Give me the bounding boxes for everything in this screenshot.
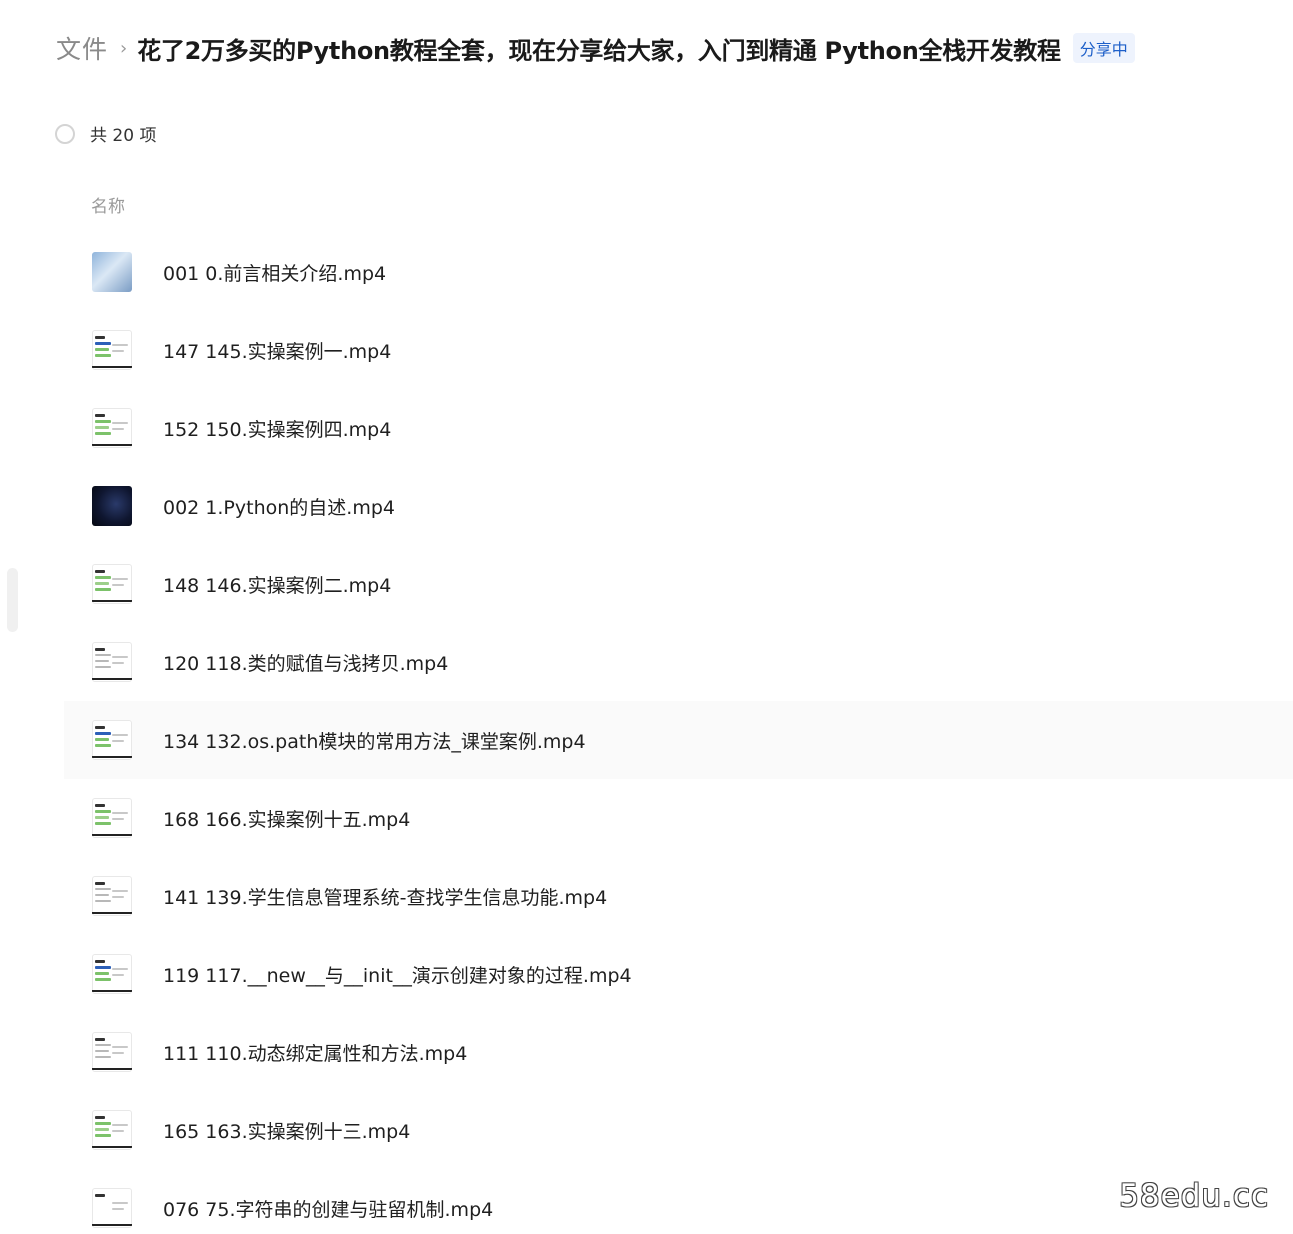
file-name: 134 132.os.path模块的常用方法_课堂案例.mp4	[163, 730, 586, 753]
select-all-checkbox[interactable]	[55, 123, 75, 144]
file-row[interactable]: 134 132.os.path模块的常用方法_课堂案例.mp4	[64, 701, 1293, 779]
file-row[interactable]: 148 146.实操案例二.mp4	[64, 545, 1293, 623]
file-row[interactable]: 168 166.实操案例十五.mp4	[64, 779, 1293, 857]
video-thumbnail	[92, 252, 132, 292]
file-name: 147 145.实操案例一.mp4	[163, 340, 392, 363]
sharing-status-badge: 分享中	[1072, 33, 1135, 63]
file-row[interactable]: 120 118.类的赋值与浅拷贝.mp4	[64, 623, 1293, 701]
file-row[interactable]: 165 163.实操案例十三.mp4	[64, 1091, 1293, 1169]
video-thumbnail	[92, 330, 132, 370]
video-thumbnail	[92, 720, 132, 760]
file-row[interactable]: 001 0.前言相关介绍.mp4	[64, 233, 1293, 311]
file-name: 141 139.学生信息管理系统-查找学生信息功能.mp4	[163, 886, 608, 909]
file-row[interactable]: 152 150.实操案例四.mp4	[64, 389, 1293, 467]
folder-title: 花了2万多买的Python教程全套，现在分享给大家，入门到精通 Python全栈…	[137, 36, 1061, 65]
file-name: 168 166.实操案例十五.mp4	[163, 808, 411, 831]
site-watermark: 58edu.cc	[1119, 1178, 1269, 1214]
video-thumbnail	[92, 1188, 132, 1228]
file-name: 119 117.__new__与__init__演示创建对象的过程.mp4	[163, 964, 632, 987]
video-thumbnail	[92, 954, 132, 994]
file-share-page: 文件 › 花了2万多买的Python教程全套，现在分享给大家，入门到精通 Pyt…	[0, 0, 1293, 1234]
chevron-right-icon: ›	[120, 37, 128, 59]
file-row[interactable]: 141 139.学生信息管理系统-查找学生信息功能.mp4	[64, 857, 1293, 935]
video-thumbnail	[92, 876, 132, 916]
video-thumbnail	[92, 798, 132, 838]
video-thumbnail	[92, 642, 132, 682]
file-name: 002 1.Python的自述.mp4	[163, 496, 395, 519]
video-thumbnail	[92, 486, 132, 526]
file-row[interactable]: 111 110.动态绑定属性和方法.mp4	[64, 1013, 1293, 1091]
name-column-header[interactable]: 名称	[91, 192, 125, 217]
breadcrumb-root-files[interactable]: 文件	[56, 30, 108, 66]
video-thumbnail	[92, 408, 132, 448]
file-name: 120 118.类的赋值与浅拷贝.mp4	[163, 652, 449, 675]
file-name: 152 150.实操案例四.mp4	[163, 418, 392, 441]
file-list: 001 0.前言相关介绍.mp4 147 145.实操案例一.mp4 152 1…	[64, 233, 1293, 1234]
file-row[interactable]: 076 75.字符串的创建与驻留机制.mp4	[64, 1169, 1293, 1234]
file-name: 001 0.前言相关介绍.mp4	[163, 262, 387, 285]
file-row[interactable]: 147 145.实操案例一.mp4	[64, 311, 1293, 389]
video-thumbnail	[92, 1110, 132, 1150]
file-name: 111 110.动态绑定属性和方法.mp4	[163, 1042, 468, 1065]
video-thumbnail	[92, 1032, 132, 1072]
scroll-handle[interactable]	[7, 568, 18, 632]
video-thumbnail	[92, 564, 132, 604]
file-name: 148 146.实操案例二.mp4	[163, 574, 392, 597]
file-row[interactable]: 119 117.__new__与__init__演示创建对象的过程.mp4	[64, 935, 1293, 1013]
item-count: 共 20 项	[90, 126, 157, 146]
file-name: 076 75.字符串的创建与驻留机制.mp4	[163, 1198, 494, 1221]
breadcrumb: 文件 › 花了2万多买的Python教程全套，现在分享给大家，入门到精通 Pyt…	[56, 28, 1135, 68]
file-row[interactable]: 002 1.Python的自述.mp4	[64, 467, 1293, 545]
select-all-row: 共 20 项	[55, 121, 156, 146]
file-name: 165 163.实操案例十三.mp4	[163, 1120, 411, 1143]
